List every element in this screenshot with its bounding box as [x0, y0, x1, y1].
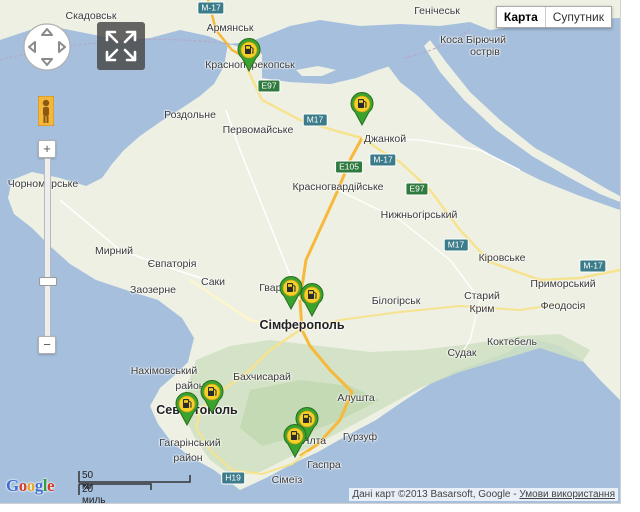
map-type-satellite-button[interactable]: Супутник: [546, 7, 611, 27]
marker-sevastopol-1[interactable]: [174, 392, 200, 426]
road-shield: E105: [335, 160, 363, 174]
pan-control-icon[interactable]: [22, 22, 72, 72]
place-label-yevpatoriia: Євпаторія: [147, 258, 197, 270]
zoom-out-button[interactable]: −: [38, 336, 56, 354]
zoom-slider-track[interactable]: [39, 158, 57, 344]
place-label-nakhimovskyi: Нахімовський: [130, 365, 198, 377]
marker-simferopol-2[interactable]: [299, 283, 325, 317]
place-label-haharinskyi: Гагарінський: [159, 437, 221, 449]
place-label-rozdolne: Роздольне: [164, 109, 216, 121]
road-shield: H19: [221, 471, 245, 485]
pegman-icon[interactable]: [38, 96, 54, 126]
place-label-chornomorske: Чорноморське: [7, 178, 79, 190]
zoom-in-button[interactable]: +: [38, 140, 56, 158]
place-label-saky: Саки: [201, 276, 225, 288]
place-label-haspra: Гаспра: [307, 459, 341, 471]
map-type-map-button[interactable]: Карта: [497, 7, 546, 27]
place-label-prymorskyi: Приморський: [530, 278, 596, 290]
fullscreen-icon[interactable]: [97, 22, 145, 70]
marker-sevastopol-2[interactable]: [199, 380, 225, 414]
map-type-control: Карта Супутник: [495, 6, 612, 28]
terms-of-use-link[interactable]: Умови використання: [519, 489, 615, 500]
road-shield: E97: [405, 182, 429, 196]
road-shield: M17: [302, 113, 328, 127]
place-label-bilohirsk: Білогірськ: [371, 295, 421, 307]
place-label-krasnohvardiiske: Красногвардійське: [292, 181, 384, 193]
map-viewport[interactable]: СкадовськГенічеськАрмянськКрасноперекопс…: [0, 0, 621, 504]
place-label-krym: Крим: [469, 303, 495, 315]
place-label-kosa2: острів: [470, 46, 500, 58]
place-label-kirovske: Кіровське: [478, 252, 526, 264]
map-attribution: Дані карт ©2013 Basarsoft, Google - Умов…: [349, 488, 618, 501]
place-label-haharinskyi2: район: [173, 452, 203, 464]
marker-yalta-2[interactable]: [282, 424, 308, 458]
zoom-slider-thumb[interactable]: [39, 277, 57, 286]
place-label-simferopol: Сімферополь: [259, 318, 345, 332]
place-label-alushta: Алушта: [337, 392, 375, 404]
road-shield: M-17: [197, 1, 225, 15]
road-shield: M-17: [369, 153, 397, 167]
road-shield: M17: [443, 238, 469, 252]
place-label-nyzhnohirskyi: Нижньогірський: [380, 209, 458, 221]
place-label-simeiz: Сімеїз: [271, 474, 303, 486]
place-label-sudak: Судак: [447, 347, 477, 359]
marker-krasnoperekopsk[interactable]: [236, 38, 262, 72]
place-label-hurzuf: Гурзуф: [342, 431, 378, 443]
attribution-text: Дані карт ©2013 Basarsoft, Google -: [352, 489, 520, 500]
place-label-armyansk: Армянськ: [206, 22, 254, 34]
place-label-pervomaiske: Первомайське: [222, 124, 294, 136]
place-label-zaozerne: Заозерне: [130, 284, 176, 296]
road-shield: M-17: [579, 259, 607, 273]
place-label-koktebel: Коктебель: [486, 336, 538, 348]
scale-miles: 20 миль: [82, 484, 106, 504]
place-label-dzhankoi: Джанкой: [363, 133, 407, 145]
place-label-myrnyi: Мирний: [95, 245, 133, 257]
place-label-kosa: Коса Бірючий: [440, 34, 506, 46]
google-logo: Google: [6, 476, 55, 495]
place-label-staryi: Старий: [464, 290, 500, 302]
road-shield: E97: [257, 79, 281, 93]
place-label-bakhchysarai: Бахчисарай: [233, 371, 291, 383]
marker-dzhankoi[interactable]: [349, 92, 375, 126]
place-label-genichesk: Генічеськ: [414, 5, 460, 17]
place-label-skadovsk: Скадовськ: [65, 10, 117, 22]
place-label-feodosiia: Феодосія: [540, 300, 586, 312]
